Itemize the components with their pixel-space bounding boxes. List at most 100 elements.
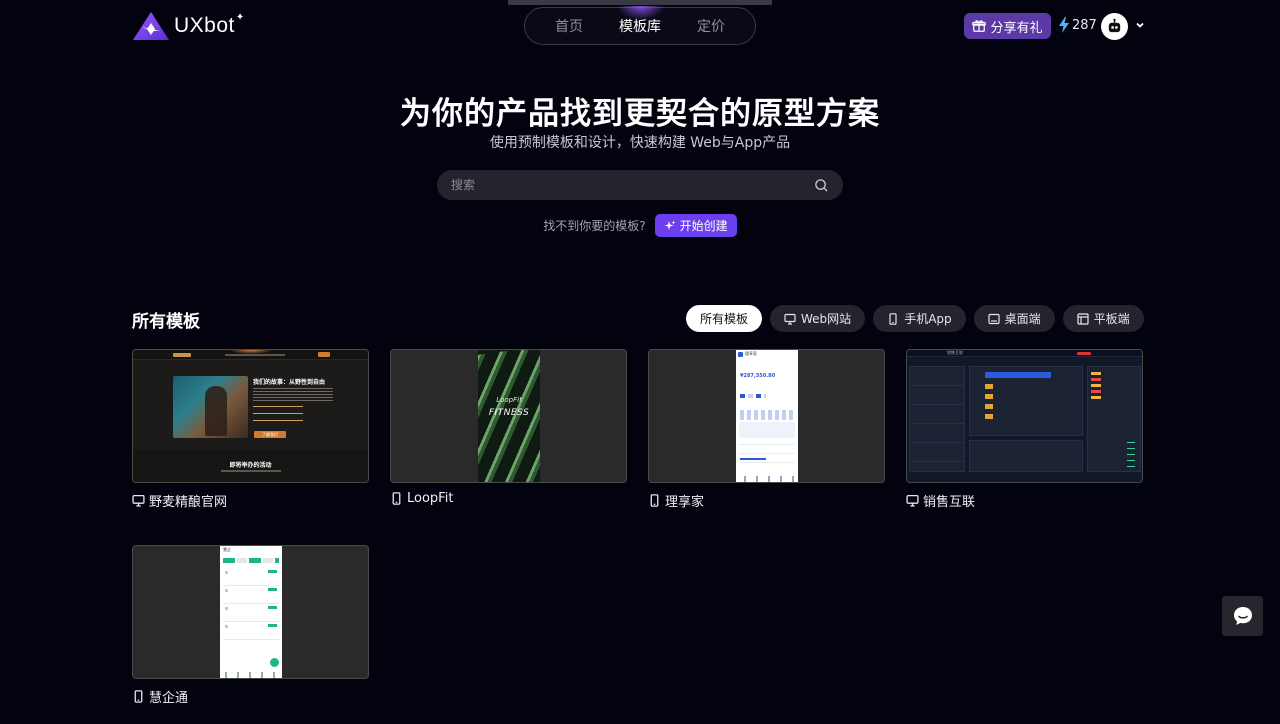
template-title[interactable]: LoopFit bbox=[407, 491, 453, 506]
filter-mobile[interactable]: 手机App bbox=[873, 305, 966, 332]
preview-logo-line1: LoopFit bbox=[496, 396, 522, 404]
template-title[interactable]: 理享家 bbox=[665, 491, 704, 510]
template-title[interactable]: 野麦精酿官网 bbox=[149, 491, 227, 510]
preview-bottom-panel bbox=[969, 440, 1083, 472]
template-title-row: 慧企通 bbox=[132, 687, 369, 706]
logo[interactable]: UXbot ✦ bbox=[132, 11, 244, 41]
template-title-row: 野麦精酿官网 bbox=[132, 491, 369, 510]
search-input[interactable] bbox=[451, 178, 814, 192]
preview-list bbox=[739, 444, 795, 470]
nav-pricing[interactable]: 定价 bbox=[697, 16, 725, 36]
preview-phone-screen: 慧企 bbox=[220, 546, 282, 678]
preview-left-panel bbox=[909, 366, 965, 472]
preview-app-header: 慧企 bbox=[223, 547, 231, 552]
logo-star: ✦ bbox=[235, 11, 245, 23]
preview-cta: 了解我们 bbox=[254, 431, 286, 438]
preview-tabbar bbox=[220, 672, 282, 678]
chat-support-button[interactable] bbox=[1222, 596, 1263, 636]
main-nav: 首页 模板库 定价 bbox=[524, 6, 756, 45]
filter-tablet[interactable]: 平板端 bbox=[1062, 305, 1144, 332]
template-title[interactable]: 销售互联 bbox=[923, 491, 975, 510]
search-icon[interactable] bbox=[814, 178, 829, 193]
chevron-down-icon[interactable] bbox=[1134, 19, 1146, 31]
preview-amount: ¥287,550.80 bbox=[740, 373, 776, 379]
logo-text: UXbot bbox=[174, 14, 235, 37]
preview-phone-screen: 理享家 ¥287,550.80 bbox=[736, 350, 798, 482]
desktop-icon bbox=[988, 313, 1000, 324]
preview-tabs bbox=[740, 394, 766, 398]
preview-red-badge bbox=[1077, 352, 1091, 355]
template-thumbnail[interactable]: 慧企 bbox=[132, 545, 369, 679]
preview-tabs bbox=[223, 558, 279, 563]
filter-label: 手机App bbox=[904, 312, 952, 326]
monitor-icon bbox=[906, 494, 919, 507]
preview-heading: 我们的故事：从野性到自由 bbox=[253, 379, 326, 386]
filter-all[interactable]: 所有模板 bbox=[686, 305, 763, 332]
template-title-row: LoopFit bbox=[390, 491, 627, 506]
preview-app-icon bbox=[738, 352, 743, 357]
nav-home[interactable]: 首页 bbox=[555, 16, 583, 36]
share-gift-button[interactable]: 分享有礼 bbox=[964, 13, 1051, 39]
preview-chart bbox=[740, 410, 794, 420]
section-title: 所有模板 bbox=[132, 312, 200, 332]
start-create-button[interactable]: 开始创建 bbox=[654, 214, 737, 237]
search-bar bbox=[437, 170, 843, 200]
template-card[interactable]: 理享家 ¥287,550.80 理享家 bbox=[648, 349, 885, 510]
template-card[interactable]: 我们的故事：从野性到自由 了解我们 即将举办的活动 野麦精酿官网 bbox=[132, 349, 369, 510]
preview-section-title: 即将举办的活动 bbox=[229, 462, 272, 469]
preview-progress bbox=[740, 458, 766, 460]
credits-counter[interactable]: 287 bbox=[1058, 17, 1097, 33]
preview-nav-links bbox=[225, 354, 285, 356]
preview-text-lines bbox=[253, 388, 333, 402]
credits-value: 287 bbox=[1072, 17, 1097, 33]
template-title-row: 理享家 bbox=[648, 491, 885, 510]
preview-app-header: 理享家 bbox=[745, 351, 757, 356]
preview-center-highlight bbox=[985, 372, 1051, 378]
user-avatar[interactable] bbox=[1101, 13, 1128, 40]
preview-logo-line2: FITNESS bbox=[488, 408, 530, 418]
template-thumbnail[interactable]: 销售互联 bbox=[906, 349, 1143, 483]
filter-web[interactable]: Web网站 bbox=[770, 305, 866, 332]
template-card[interactable]: 销售互联 销售互联 bbox=[906, 349, 1143, 510]
filter-label: 平板端 bbox=[1093, 312, 1130, 326]
template-thumbnail[interactable]: 理享家 ¥287,550.80 bbox=[648, 349, 885, 483]
template-card[interactable]: 慧企 慧企通 bbox=[132, 545, 369, 706]
template-title[interactable]: 慧企通 bbox=[149, 687, 188, 706]
preview-list-badges bbox=[268, 570, 277, 636]
preview-nav-button bbox=[318, 352, 330, 357]
preview-center-bars bbox=[985, 384, 993, 424]
top-bar-strip bbox=[508, 0, 772, 5]
hero-subtitle: 使用预制模板和设计，快速构建 Web与App产品 bbox=[489, 135, 791, 151]
create-prompt-text: 找不到你要的模板? bbox=[543, 219, 646, 233]
preview-nav-logo bbox=[173, 353, 191, 357]
monitor-icon bbox=[784, 313, 796, 325]
sparkle-icon bbox=[664, 220, 676, 230]
logo-mark-icon bbox=[133, 12, 169, 40]
preview-list bbox=[253, 406, 303, 426]
preview-hero-figure bbox=[205, 386, 227, 436]
preview-tabbar bbox=[736, 476, 798, 482]
preview-right-values bbox=[1127, 442, 1135, 468]
gift-icon bbox=[972, 20, 987, 32]
phone-icon bbox=[889, 312, 897, 325]
phone-icon bbox=[392, 492, 401, 505]
preview-header-text: 销售互联 bbox=[947, 350, 963, 355]
preview-card bbox=[739, 422, 795, 438]
template-title-row: 销售互联 bbox=[906, 491, 1143, 510]
phone-icon bbox=[650, 494, 659, 507]
hero-title: 为你的产品找到更契合的原型方案 bbox=[400, 96, 880, 132]
robot-avatar-icon bbox=[1108, 18, 1121, 33]
filter-desktop[interactable]: 桌面端 bbox=[973, 305, 1055, 332]
preview-fab bbox=[270, 658, 279, 667]
template-card[interactable]: LoopFit FITNESS LoopFit bbox=[390, 349, 627, 506]
lightning-icon bbox=[1059, 17, 1069, 33]
filter-label: Web网站 bbox=[801, 312, 852, 326]
create-prompt-row: 找不到你要的模板? 开始创建 bbox=[0, 214, 1280, 237]
preview-topbar bbox=[907, 350, 1142, 357]
start-create-label: 开始创建 bbox=[679, 219, 728, 233]
template-thumbnail[interactable]: 我们的故事：从野性到自由 了解我们 即将举办的活动 bbox=[132, 349, 369, 483]
nav-templates[interactable]: 模板库 bbox=[619, 16, 661, 36]
preview-phone-screen: LoopFit FITNESS bbox=[478, 350, 540, 482]
phone-icon bbox=[134, 690, 143, 703]
template-thumbnail[interactable]: LoopFit FITNESS bbox=[390, 349, 627, 483]
